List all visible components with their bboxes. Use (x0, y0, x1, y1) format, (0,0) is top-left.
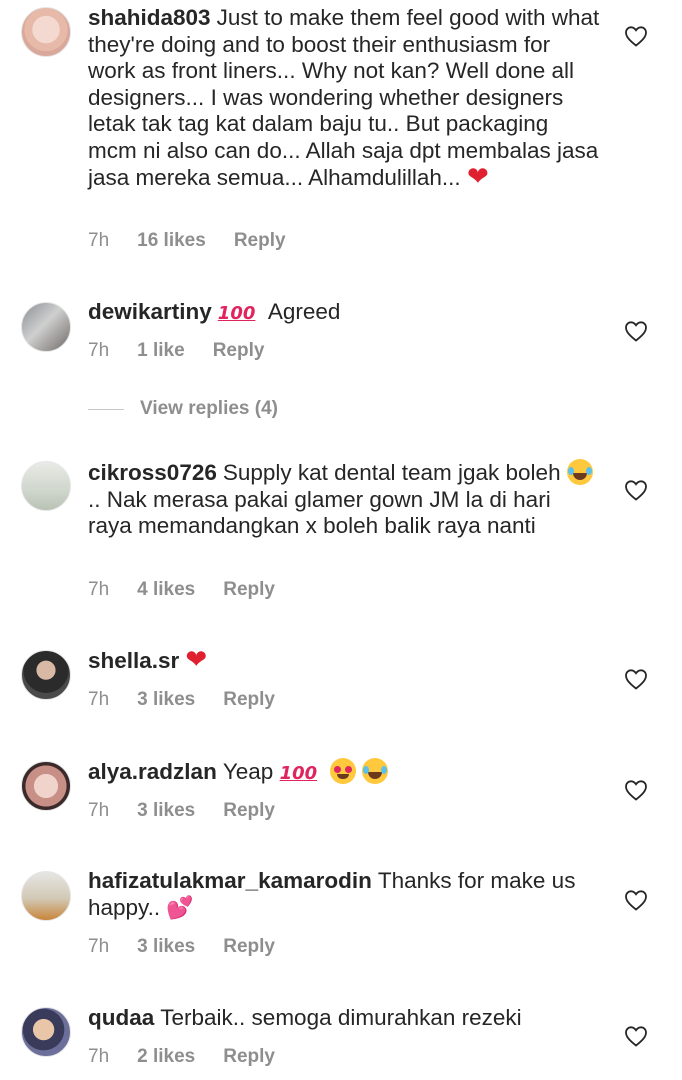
comment-likes[interactable]: 16 likes (137, 230, 206, 252)
avatar[interactable] (21, 7, 71, 57)
comment-likes[interactable]: 3 likes (137, 689, 195, 711)
avatar[interactable] (21, 1007, 71, 1057)
comment-meta: 7h 3 likes Reply (88, 689, 275, 711)
comment-username[interactable]: shella.sr (88, 648, 179, 673)
like-heart-icon[interactable] (624, 479, 648, 501)
comment-username[interactable]: cikross0726 (88, 460, 217, 485)
like-heart-icon[interactable] (624, 1025, 648, 1047)
comment-username[interactable]: hafizatulakmar_kamarodin (88, 868, 372, 893)
view-replies-link[interactable]: View replies (4) (88, 398, 278, 420)
reply-button[interactable]: Reply (213, 340, 265, 362)
comment-body: Agreed (267, 299, 341, 324)
comment-meta: 7h 3 likes Reply (88, 800, 275, 822)
comment-body: Just to make them feel good with what th… (88, 5, 600, 190)
comment-time: 7h (88, 579, 110, 600)
two-hearts-emoji: 💕 (166, 895, 194, 921)
avatar[interactable] (21, 871, 71, 921)
comment-time: 7h (88, 689, 110, 710)
reply-button[interactable]: Reply (223, 579, 275, 601)
comment-text-block: shahida803 Just to make them feel good wi… (88, 5, 600, 192)
like-heart-icon[interactable] (624, 779, 648, 801)
comment-body: Terbaik.. semoga dimurahkan rezeki (160, 1005, 522, 1030)
comment-time: 7h (88, 1046, 110, 1067)
view-replies-label[interactable]: View replies (4) (140, 398, 278, 420)
comment-text-block: alya.radzlan Yeap 100 (88, 758, 600, 788)
reply-button[interactable]: Reply (223, 689, 275, 711)
comment-meta: 7h 1 like Reply (88, 340, 264, 362)
comment-time: 7h (88, 230, 110, 251)
replies-divider (88, 408, 124, 410)
avatar[interactable] (21, 761, 71, 811)
comment-time: 7h (88, 340, 110, 361)
comment-body: Yeap (222, 759, 274, 784)
comment-text-block: hafizatulakmar_kamarodin Thanks for make … (88, 868, 600, 922)
comment-meta: 7h 2 likes Reply (88, 1046, 275, 1068)
like-heart-icon[interactable] (624, 668, 648, 690)
comment-time: 7h (88, 800, 110, 821)
comment-meta: 7h 16 likes Reply (88, 230, 286, 252)
face-with-tears-of-joy-emoji (566, 459, 593, 485)
comment-body: Supply kat dental team jgak boleh (222, 460, 561, 485)
comment-time: 7h (88, 936, 110, 957)
comment-username[interactable]: shahida803 (88, 5, 211, 30)
comment-username[interactable]: alya.radzlan (88, 759, 217, 784)
avatar[interactable] (21, 461, 71, 511)
like-heart-icon[interactable] (624, 320, 648, 342)
comment-text-block: cikross0726 Supply kat dental team jgak b… (88, 459, 600, 540)
reply-button[interactable]: Reply (234, 230, 286, 252)
smiling-face-with-heart-eyes-emoji (329, 758, 356, 784)
hundred-points-emoji: 100 (279, 763, 318, 784)
comment-meta: 7h 3 likes Reply (88, 936, 275, 958)
red-heart-emoji: ❤ (466, 162, 489, 192)
face-with-tears-of-joy-emoji (361, 758, 388, 784)
reply-button[interactable]: Reply (223, 800, 275, 822)
comment-likes[interactable]: 2 likes (137, 1046, 195, 1068)
like-heart-icon[interactable] (624, 25, 648, 47)
avatar[interactable] (21, 650, 71, 700)
comment-text-block: dewikartiny 100 Agreed (88, 299, 600, 328)
comment-username[interactable]: qudaa (88, 1005, 154, 1030)
comment-meta: 7h 4 likes Reply (88, 579, 275, 601)
red-heart-emoji: ❤ (185, 645, 208, 675)
comment-likes[interactable]: 4 likes (137, 579, 195, 601)
comment-likes[interactable]: 3 likes (137, 800, 195, 822)
comment-text-block: qudaa Terbaik.. semoga dimurahkan rezeki (88, 1005, 600, 1032)
hundred-points-emoji: 100 (217, 303, 256, 324)
comment-text-block: shella.sr ❤ (88, 647, 600, 675)
comment-likes[interactable]: 3 likes (137, 936, 195, 958)
comment-likes[interactable]: 1 like (137, 340, 185, 362)
reply-button[interactable]: Reply (223, 1046, 275, 1068)
like-heart-icon[interactable] (624, 889, 648, 911)
comment-username[interactable]: dewikartiny (88, 299, 212, 324)
comment-body-continued: .. Nak merasa pakai glamer gown JM la di… (88, 486, 551, 539)
reply-button[interactable]: Reply (223, 936, 275, 958)
avatar[interactable] (21, 302, 71, 352)
